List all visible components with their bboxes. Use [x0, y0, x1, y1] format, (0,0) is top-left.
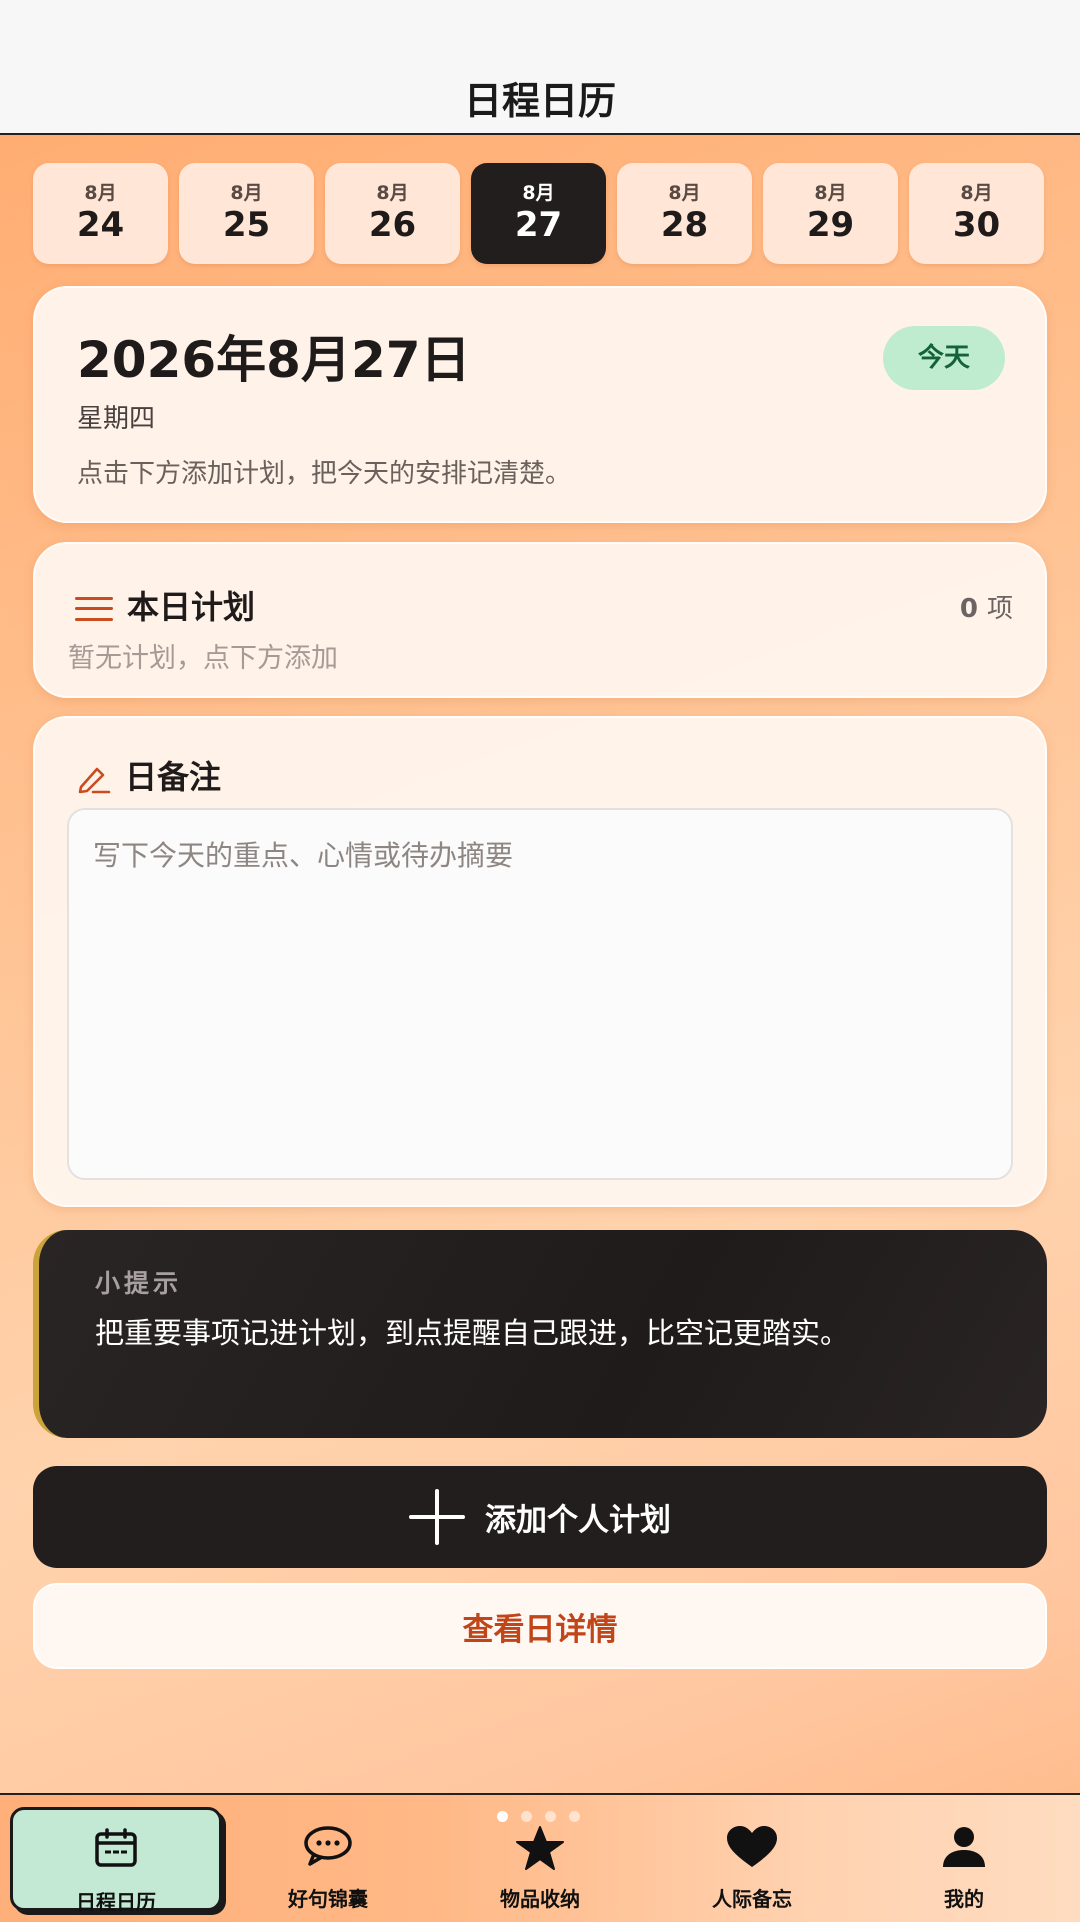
- date-chip-day: 25: [222, 205, 271, 245]
- today-badge: 今天: [883, 326, 1005, 390]
- daily-notes-card: 日备注: [33, 716, 1047, 1207]
- notes-header: 日备注: [75, 752, 221, 798]
- full-date: 2026年8月27日: [77, 331, 471, 389]
- pencil-icon: [78, 767, 111, 794]
- tab-label: 我的: [944, 1887, 984, 1911]
- date-chip-month: 8月: [522, 182, 555, 204]
- tab-label: 物品收纳: [500, 1887, 580, 1911]
- tab-quotes[interactable]: 好句锦囊: [222, 1807, 434, 1911]
- date-chip-28[interactable]: 8月 28: [617, 163, 752, 264]
- view-day-detail-button[interactable]: 查看日详情: [33, 1583, 1047, 1669]
- plans-count: 0 项: [960, 588, 1013, 625]
- date-chip-month: 8月: [376, 182, 409, 204]
- date-chip-month: 8月: [960, 182, 993, 204]
- tab-storage[interactable]: 物品收纳: [434, 1807, 646, 1911]
- date-hint: 点击下方添加计划，把今天的安排记清楚。: [77, 459, 572, 489]
- date-chip-day: 30: [952, 205, 1001, 245]
- tab-contacts[interactable]: 人际备忘: [646, 1807, 858, 1911]
- date-summary-card: 2026年8月27日 星期四 点击下方添加计划，把今天的安排记清楚。 今天: [33, 286, 1047, 523]
- tab-calendar[interactable]: 日程日历: [10, 1807, 222, 1914]
- tip-label: 小提示: [95, 1269, 183, 1298]
- date-chip-day: 26: [368, 205, 417, 245]
- plans-count-unit: 项: [986, 594, 1013, 624]
- plans-header: 本日计划: [75, 582, 255, 628]
- date-chip-month: 8月: [84, 182, 117, 204]
- date-chip-29[interactable]: 8月 29: [763, 163, 898, 264]
- date-chip-month: 8月: [668, 182, 701, 204]
- daily-plans-card: 本日计划 0 项 暂无计划，点下方添加: [33, 542, 1047, 698]
- notes-title: 日备注: [125, 758, 222, 796]
- plans-title: 本日计划: [127, 588, 256, 626]
- plus-icon: [409, 1489, 465, 1545]
- date-chip-month: 8月: [230, 182, 263, 204]
- date-chip-24[interactable]: 8月 24: [33, 163, 168, 264]
- date-chip-25[interactable]: 8月 25: [179, 163, 314, 264]
- app-header: 日程日历: [0, 0, 1080, 135]
- plans-count-value: 0: [959, 594, 978, 624]
- date-chip-month: 8月: [814, 182, 847, 204]
- tab-label: 日程日历: [76, 1890, 156, 1914]
- tab-label: 人际备忘: [712, 1887, 792, 1911]
- bottom-tab-bar: 日程日历 好句锦囊 物品收纳 人际备忘 我的: [0, 1793, 1080, 1922]
- chat-bubble-icon: [304, 1826, 352, 1866]
- tab-label: 好句锦囊: [288, 1887, 368, 1911]
- add-plan-label: 添加个人计划: [485, 1502, 671, 1539]
- date-chip-27-selected[interactable]: 8月 27: [471, 163, 606, 264]
- calendar-icon: [95, 1828, 137, 1867]
- weekday: 星期四: [77, 404, 156, 434]
- plans-empty-text: 暂无计划，点下方添加: [68, 643, 338, 674]
- tip-card: 小提示 把重要事项记进计划，到点提醒自己跟进，比空记更踏实。: [33, 1230, 1047, 1438]
- notes-textarea[interactable]: [67, 808, 1013, 1180]
- date-chip-26[interactable]: 8月 26: [325, 163, 460, 264]
- list-icon: [75, 595, 113, 623]
- date-chip-day: 29: [806, 205, 855, 245]
- person-icon: [943, 1827, 985, 1867]
- heart-icon: [727, 1826, 777, 1867]
- page-title: 日程日历: [463, 79, 616, 123]
- date-chip-30[interactable]: 8月 30: [909, 163, 1044, 264]
- date-chip-day: 24: [76, 205, 125, 245]
- star-icon: [516, 1826, 564, 1870]
- add-plan-button[interactable]: 添加个人计划: [33, 1466, 1047, 1568]
- date-chip-day: 27: [514, 205, 563, 245]
- date-strip: 8月 24 8月 25 8月 26 8月 27 8月 28 8月 29 8月 3…: [33, 163, 1047, 264]
- tip-text: 把重要事项记进计划，到点提醒自己跟进，比空记更踏实。: [95, 1316, 850, 1350]
- date-chip-day: 28: [660, 205, 709, 245]
- tab-profile[interactable]: 我的: [858, 1807, 1070, 1911]
